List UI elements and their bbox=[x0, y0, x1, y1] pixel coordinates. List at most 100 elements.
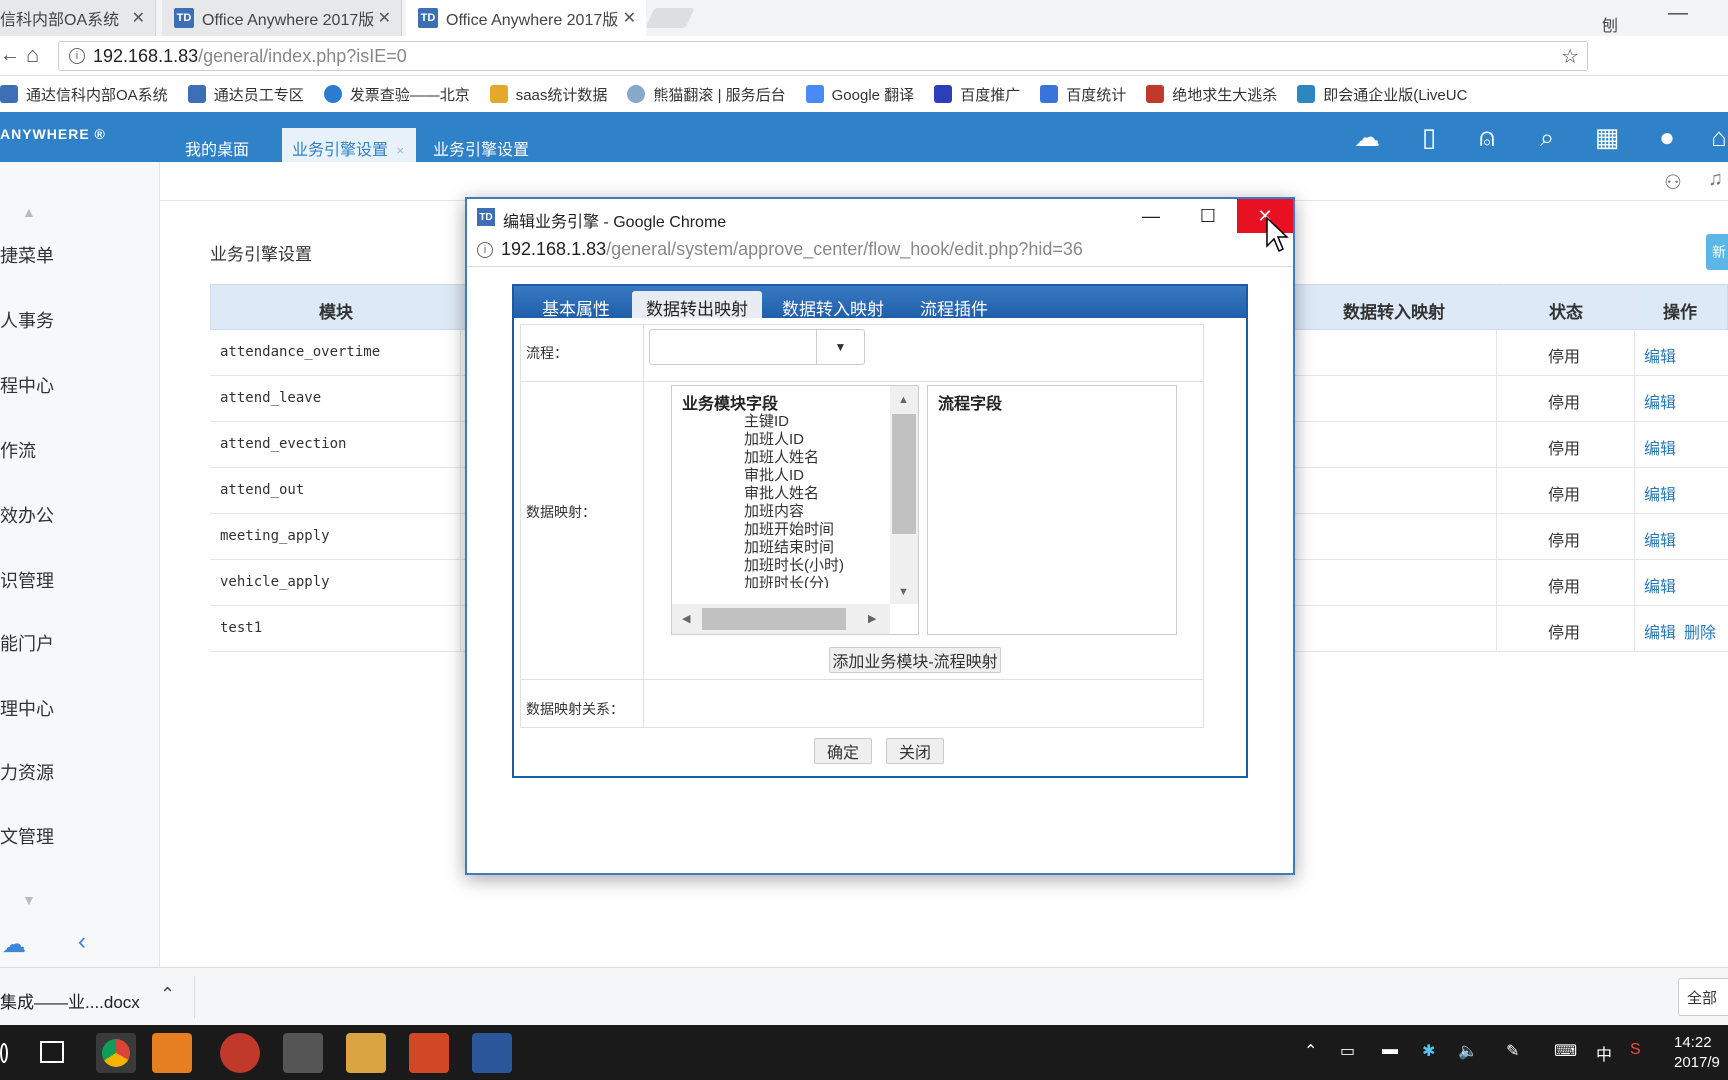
module-fields-list[interactable]: 业务模块字段 主键ID 加班人ID 加班人姓名 审批人ID 审批人姓名 加班内容… bbox=[671, 385, 919, 635]
minimize-button[interactable]: — bbox=[1123, 199, 1179, 233]
feiq-icon[interactable] bbox=[346, 1033, 386, 1073]
info-icon[interactable]: i bbox=[69, 48, 85, 64]
collapse-chevron-icon[interactable]: ‹ bbox=[78, 928, 86, 956]
close-icon[interactable]: × bbox=[396, 143, 404, 158]
battery-icon[interactable]: ▬ bbox=[1382, 1041, 1398, 1059]
edit-link[interactable]: 编辑 bbox=[1644, 435, 1676, 459]
bookmark-item[interactable]: 通达信科内部OA系统 bbox=[0, 84, 168, 105]
tab-data-export-mapping[interactable]: 数据转出映射 bbox=[632, 291, 762, 319]
bookmark-item[interactable]: 百度统计 bbox=[1040, 84, 1126, 105]
powerpoint-icon[interactable] bbox=[409, 1033, 449, 1073]
flow-select[interactable]: ▼ bbox=[649, 329, 865, 365]
netease-music-icon[interactable] bbox=[220, 1033, 260, 1073]
scroll-right-icon[interactable]: ▶ bbox=[868, 612, 876, 625]
mobile-icon[interactable]: ▯ bbox=[1412, 122, 1446, 152]
scroll-up-icon[interactable]: ▲ bbox=[898, 394, 909, 406]
sidebar-item-7[interactable]: 能门户 bbox=[0, 630, 54, 656]
bookmark-item[interactable]: 百度推广 bbox=[934, 84, 1020, 105]
add-mapping-button[interactable]: 添加业务模块-流程映射 bbox=[829, 647, 1001, 673]
bell-icon[interactable]: ♫ bbox=[1708, 168, 1723, 191]
close-button[interactable]: 关闭 bbox=[886, 738, 944, 764]
sidebar-item-2[interactable]: 人事务 bbox=[0, 307, 54, 333]
tab-basic-properties[interactable]: 基本属性 bbox=[528, 291, 624, 319]
sublime-text-icon[interactable] bbox=[283, 1033, 323, 1073]
edit-link[interactable]: 编辑 bbox=[1644, 573, 1676, 597]
edit-link[interactable]: 编辑 bbox=[1644, 481, 1676, 505]
download-filename[interactable]: 集成——业....docx bbox=[0, 988, 140, 1013]
shirt-icon[interactable]: ⌂ bbox=[1702, 122, 1728, 152]
url-input[interactable]: i 192.168.1.83/general/index.php?isIE=0 … bbox=[58, 41, 1588, 71]
scroll-up-icon[interactable]: ▲ bbox=[22, 204, 36, 220]
network-icon[interactable]: ▭ bbox=[1340, 1041, 1355, 1061]
bookmark-item[interactable]: 即会通企业版(LiveUC bbox=[1297, 84, 1467, 105]
tab-data-import-mapping[interactable]: 数据转入映射 bbox=[768, 291, 898, 319]
minimize-icon[interactable]: — bbox=[1668, 2, 1688, 25]
scrollbar-thumb[interactable] bbox=[702, 608, 846, 630]
close-icon[interactable]: ✕ bbox=[132, 8, 145, 28]
list-item[interactable]: 加班时长(分) bbox=[744, 572, 829, 588]
new-tab-button[interactable] bbox=[645, 8, 695, 28]
sidebar-item-4[interactable]: 作流 bbox=[0, 437, 36, 463]
chrome-taskbar-icon[interactable] bbox=[96, 1033, 136, 1073]
word-icon[interactable] bbox=[472, 1033, 512, 1073]
sidebar-item-8[interactable]: 理中心 bbox=[0, 695, 54, 721]
ime-indicator[interactable]: 中 bbox=[1596, 1041, 1612, 1065]
bookmark-item[interactable]: Google 翻译 bbox=[805, 84, 914, 105]
volume-icon[interactable]: 🔈 bbox=[1458, 1041, 1478, 1061]
scroll-down-icon[interactable]: ▼ bbox=[22, 892, 36, 908]
contacts-icon[interactable]: ⚇ bbox=[1664, 170, 1682, 195]
scroll-down-icon[interactable]: ▼ bbox=[898, 586, 909, 598]
new-button[interactable]: 新 bbox=[1706, 234, 1728, 270]
bookmark-item[interactable]: 绝地求生大逃杀 bbox=[1146, 84, 1277, 105]
task-view-icon[interactable] bbox=[40, 1041, 64, 1063]
tab-engine-settings[interactable]: 业务引擎设置 bbox=[423, 128, 541, 162]
tab-engine-settings-active[interactable]: 业务引擎设置 × bbox=[282, 128, 417, 162]
browser-tab-1[interactable]: 信科内部OA系统 ✕ bbox=[0, 0, 156, 36]
browser-tab-3[interactable]: TD Office Anywhere 2017版 ✕ bbox=[406, 0, 646, 36]
bookmark-item[interactable]: 熊猫翻滚 | 服务后台 bbox=[627, 84, 786, 105]
sidebar-item-5[interactable]: 效办公 bbox=[0, 502, 54, 528]
edit-link[interactable]: 编辑 bbox=[1644, 343, 1676, 367]
tab-my-desktop[interactable]: 我的桌面 bbox=[175, 128, 261, 162]
flow-fields-list[interactable]: 流程字段 bbox=[927, 385, 1177, 635]
chat-icon[interactable]: ● bbox=[1650, 122, 1684, 152]
chevron-up-icon[interactable]: ⌃ bbox=[1304, 1041, 1317, 1061]
info-icon[interactable]: i bbox=[477, 241, 493, 258]
user-icon[interactable]: ⍝ bbox=[1470, 122, 1504, 152]
sidebar-item-6[interactable]: 识管理 bbox=[0, 567, 54, 593]
sidebar-item-9[interactable]: 力资源 bbox=[0, 759, 54, 785]
scrollbar-thumb[interactable] bbox=[892, 414, 916, 534]
close-icon[interactable]: ✕ bbox=[378, 8, 391, 28]
sidebar-item-10[interactable]: 文管理 bbox=[0, 823, 54, 849]
chevron-up-icon[interactable]: ⌃ bbox=[160, 984, 175, 1005]
back-arrow-icon[interactable]: ← bbox=[0, 44, 20, 67]
home-icon[interactable]: ⌂ bbox=[26, 42, 39, 68]
edit-link[interactable]: 编辑 bbox=[1644, 389, 1676, 413]
bookmark-item[interactable]: 通达员工专区 bbox=[187, 84, 304, 105]
delete-link[interactable]: 删除 bbox=[1684, 619, 1716, 643]
clock[interactable]: 14:22 2017/9 bbox=[1674, 1033, 1720, 1073]
show-all-downloads-button[interactable]: 全部 bbox=[1678, 978, 1728, 1016]
cloud-help-icon[interactable]: ☁ bbox=[2, 930, 26, 959]
pen-icon[interactable]: ✎ bbox=[1506, 1041, 1519, 1061]
cloud-icon[interactable]: ☁ bbox=[1350, 122, 1384, 152]
ok-button[interactable]: 确定 bbox=[814, 738, 872, 764]
file-explorer-icon[interactable] bbox=[152, 1033, 192, 1073]
popup-url-bar[interactable]: i 192.168.1.83/general/system/approve_ce… bbox=[467, 233, 1293, 267]
edit-link[interactable]: 编辑 bbox=[1644, 619, 1676, 643]
close-icon[interactable]: ✕ bbox=[623, 8, 636, 28]
sogou-icon[interactable]: S bbox=[1630, 1041, 1641, 1059]
sidebar-item-1[interactable]: 捷菜单 bbox=[0, 242, 54, 268]
sidebar-item-3[interactable]: 程中心 bbox=[0, 372, 54, 398]
profile-name[interactable]: 刨 bbox=[1602, 12, 1618, 36]
keyboard-icon[interactable]: ⌨ bbox=[1554, 1041, 1577, 1061]
browser-tab-2[interactable]: TD Office Anywhere 2017版 ✕ bbox=[162, 0, 402, 36]
scroll-left-icon[interactable]: ◀ bbox=[682, 612, 690, 625]
tab-flow-plugin[interactable]: 流程插件 bbox=[906, 291, 1002, 319]
edit-link[interactable]: 编辑 bbox=[1644, 527, 1676, 551]
bookmark-item[interactable]: saas统计数据 bbox=[489, 84, 607, 105]
star-icon[interactable]: ☆ bbox=[1561, 44, 1579, 69]
cortana-icon[interactable] bbox=[0, 1043, 8, 1063]
apps-grid-icon[interactable]: ▦ bbox=[1590, 122, 1624, 152]
bookmark-item[interactable]: 发票查验——北京 bbox=[323, 84, 470, 105]
